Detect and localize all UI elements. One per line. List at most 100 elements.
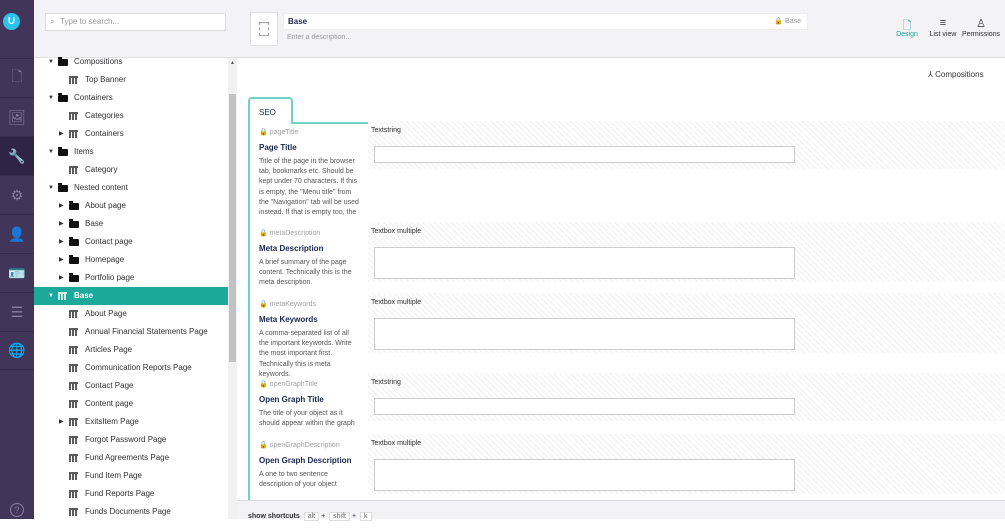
section-settings[interactable]: 🔧 bbox=[0, 136, 34, 175]
compositions-button[interactable]: ⅄ Compositions bbox=[928, 70, 984, 79]
tree-item[interactable]: Content page bbox=[34, 395, 228, 413]
property-alias[interactable]: 🔒 metaDescription bbox=[259, 229, 320, 237]
tree-item[interactable]: ▶ Containers bbox=[34, 125, 228, 143]
editor-name: Textbox multiple bbox=[371, 228, 422, 235]
alias-text: metaDescription bbox=[269, 230, 321, 237]
section-users[interactable]: 👤 bbox=[0, 214, 34, 253]
scrollbar-thumb[interactable] bbox=[229, 94, 236, 362]
property-alias[interactable]: 🔒 openGraphDescription bbox=[259, 441, 340, 449]
search-input[interactable]: ⌕ Type to search... bbox=[45, 13, 226, 31]
editor-name: Textbox multiple bbox=[371, 299, 422, 306]
tree-item-label: Funds Documents Page bbox=[85, 507, 171, 516]
caret-right-icon[interactable]: ▶ bbox=[59, 413, 64, 431]
document-type-icon bbox=[69, 418, 78, 426]
tree-item[interactable]: Fund Agreements Page bbox=[34, 449, 228, 467]
tree-item[interactable]: Top Banner bbox=[34, 71, 228, 89]
tree-item[interactable]: ▶ Homepage bbox=[34, 251, 228, 269]
tree-item[interactable]: ▶ About page bbox=[34, 197, 228, 215]
section-media[interactable]: 🖼 bbox=[0, 97, 34, 136]
property-alias[interactable]: 🔒 openGraphTitle bbox=[259, 380, 318, 388]
tree-item[interactable]: ▼ Containers bbox=[34, 89, 228, 107]
tree-item-label: Fund Item Page bbox=[85, 471, 142, 480]
alias-field[interactable]: 🔒 Base bbox=[774, 14, 801, 29]
document-type-icon bbox=[69, 508, 78, 516]
name-input[interactable]: Base 🔒 Base bbox=[283, 13, 808, 30]
tree-item[interactable]: Fund Item Page bbox=[34, 467, 228, 485]
tree-item[interactable]: Annual Financial Statements Page bbox=[34, 323, 228, 341]
caret-down-icon[interactable]: ▼ bbox=[48, 53, 54, 71]
tree-item-label: Fund Agreements Page bbox=[85, 453, 170, 462]
document-type-icon bbox=[58, 292, 67, 300]
section-content[interactable]: 🗋 bbox=[0, 58, 34, 97]
folder-icon bbox=[69, 237, 79, 246]
caret-right-icon[interactable]: ▶ bbox=[59, 197, 64, 215]
tree-item-label: Annual Financial Statements Page bbox=[85, 327, 208, 336]
permissions-button[interactable]: ♙ Permissions bbox=[959, 17, 1003, 38]
wrench-icon: 🔧 bbox=[8, 147, 26, 164]
tree-item[interactable]: ▶ Base bbox=[34, 215, 228, 233]
editor-input-preview bbox=[374, 247, 795, 279]
scroll-up-icon[interactable]: ▲ bbox=[230, 60, 235, 66]
caret-right-icon[interactable]: ▶ bbox=[59, 125, 64, 143]
tree-item[interactable]: Communication Reports Page bbox=[34, 359, 228, 377]
property-alias[interactable]: 🔒 metaKeywords bbox=[259, 300, 316, 308]
tree-item[interactable]: Funds Documents Page bbox=[34, 503, 228, 521]
list-view-button[interactable]: ≡ List view bbox=[923, 17, 963, 38]
tree-item-label: Contact page bbox=[85, 237, 133, 246]
tree-item[interactable]: ▶ Contact page bbox=[34, 233, 228, 251]
editor-name: Textbox multiple bbox=[371, 440, 422, 447]
property-editor-preview[interactable]: Textbox multiple bbox=[368, 222, 1005, 282]
property-alias[interactable]: 🔒 pageTitle bbox=[259, 128, 298, 136]
caret-down-icon[interactable]: ▼ bbox=[48, 89, 54, 107]
tree-item[interactable]: About Page bbox=[34, 305, 228, 323]
caret-right-icon[interactable]: ▶ bbox=[59, 269, 64, 287]
umbraco-logo[interactable]: U bbox=[3, 13, 20, 30]
button-label: Design bbox=[896, 31, 918, 38]
tree-item[interactable]: ▶ Portfolio page bbox=[34, 269, 228, 287]
design-button[interactable]: 🗋 Design bbox=[887, 17, 927, 38]
description-input[interactable]: Enter a description... bbox=[287, 34, 351, 41]
tree-item-label: Base bbox=[85, 219, 104, 228]
tree-scrollbar[interactable]: ▲ bbox=[228, 58, 237, 519]
tree-item[interactable]: ▼ Nested content bbox=[34, 179, 228, 197]
property-editor-preview[interactable]: Textbox multiple bbox=[368, 434, 1005, 494]
section-developer[interactable]: ⚙ bbox=[0, 175, 34, 214]
document-type-icon bbox=[69, 364, 78, 372]
property-editor-preview[interactable]: Textbox multiple bbox=[368, 293, 1005, 353]
property-editor-preview[interactable]: Textstring bbox=[368, 373, 1005, 421]
icon-picker[interactable] bbox=[250, 12, 278, 46]
tree-item[interactable]: Category bbox=[34, 161, 228, 179]
tree-item[interactable]: Categories bbox=[34, 107, 228, 125]
document-type-icon bbox=[69, 328, 78, 336]
caret-right-icon[interactable]: ▶ bbox=[59, 215, 64, 233]
lock-icon: 🔒 bbox=[259, 230, 270, 237]
property-description: The title of your object as it should ap… bbox=[259, 410, 355, 428]
tree-item[interactable]: Forgot Password Page bbox=[34, 431, 228, 449]
tree-item[interactable]: ▶ ExitsItem Page bbox=[34, 413, 228, 431]
tree-item-label: Forgot Password Page bbox=[85, 435, 167, 444]
caret-down-icon[interactable]: ▼ bbox=[48, 179, 54, 197]
key-alt: alt bbox=[303, 512, 320, 521]
tree-item[interactable]: Contact Page bbox=[34, 377, 228, 395]
permissions-icon: ♙ bbox=[976, 18, 986, 30]
tree-item-label: Items bbox=[74, 147, 94, 156]
help-button[interactable]: ? bbox=[0, 490, 34, 529]
tree-item[interactable]: Articles Page bbox=[34, 341, 228, 359]
document-type-icon bbox=[69, 76, 78, 84]
tree-item[interactable]: ▼ Items bbox=[34, 143, 228, 161]
tree-item[interactable]: Fund Reports Page bbox=[34, 485, 228, 503]
lock-icon: 🔒 bbox=[259, 129, 270, 136]
id-card-icon: 🪪 bbox=[8, 264, 26, 281]
caret-down-icon[interactable]: ▼ bbox=[48, 287, 54, 305]
section-forms[interactable]: ☰ bbox=[0, 292, 34, 331]
property-editor-preview[interactable]: Textstring bbox=[368, 121, 1005, 169]
section-members[interactable]: 🪪 bbox=[0, 253, 34, 292]
section-translation[interactable]: 🌐 bbox=[0, 331, 34, 370]
caret-right-icon[interactable]: ▶ bbox=[59, 233, 64, 251]
caret-right-icon[interactable]: ▶ bbox=[59, 251, 64, 269]
caret-down-icon[interactable]: ▼ bbox=[48, 143, 54, 161]
tree-item[interactable]: ▼ Compositions bbox=[34, 53, 228, 71]
search-icon: ⌕ bbox=[50, 17, 55, 26]
tab-seo[interactable]: SEO bbox=[248, 97, 293, 124]
tree-item[interactable]: ▼ Base bbox=[34, 287, 228, 305]
